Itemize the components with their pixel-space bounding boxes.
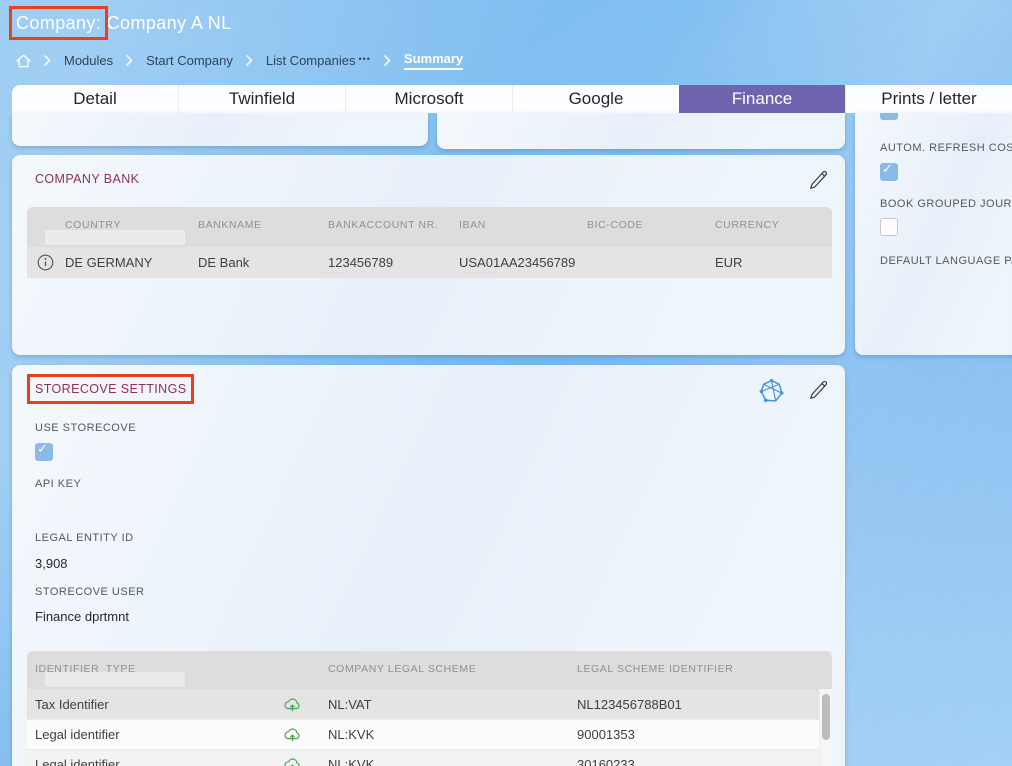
chevron-right-icon — [246, 55, 253, 66]
breadcrumb-item-summary-active[interactable]: Summary — [403, 51, 464, 70]
tab-finance-active[interactable]: Finance — [679, 85, 845, 113]
storecove-settings-panel: STORECOVE SETTINGS USE STORECOVE ✓ API K… — [12, 365, 845, 766]
cell-scheme: NL:KVK — [328, 757, 375, 766]
cloud-upload-icon[interactable] — [275, 726, 328, 743]
col-legal-scheme-identifier: LEGAL SCHEME IDENTIFIER — [577, 663, 734, 675]
cell-bankaccount: 123456789 — [328, 255, 394, 270]
finance-settings-panel: AUTOM. REFRESH COST ✓ BOOK GROUPED JOUR … — [855, 113, 1012, 355]
breadcrumb-item-start-company[interactable]: Start Company — [146, 53, 233, 68]
autom-refresh-cost-checkbox[interactable]: ✓ — [880, 162, 898, 181]
book-grouped-journal-label: BOOK GROUPED JOUR — [880, 198, 1012, 210]
col-iban: IBAN — [459, 219, 486, 231]
table-row[interactable]: Tax Identifier NL:VAT NL123456788B01 — [27, 689, 832, 719]
app-viewport: Company: Company A NL Modules Start Comp… — [0, 0, 1012, 766]
api-key-label: API KEY — [35, 478, 82, 490]
overflow-dots-icon[interactable]: ••• — [358, 54, 370, 64]
cell-scheme: NL:VAT — [328, 696, 372, 712]
cell-bankname: DE Bank — [198, 255, 250, 270]
cell-scheme-identifier: 90001353 — [577, 727, 635, 742]
tab-microsoft[interactable]: Microsoft — [345, 85, 512, 113]
use-storecove-label: USE STORECOVE — [35, 422, 137, 434]
cell-scheme: NL:KVK — [328, 727, 375, 742]
autom-refresh-cost-label: AUTOM. REFRESH COST — [880, 142, 1012, 154]
col-bankname: BANKNAME — [198, 219, 262, 231]
page-title-prefix: Company: — [8, 6, 109, 40]
info-icon[interactable] — [27, 254, 63, 271]
book-grouped-journal-checkbox[interactable]: ✓ — [880, 218, 898, 236]
storecove-settings-title: STORECOVE SETTINGS — [26, 374, 195, 404]
identifier-table-header: IDENTIFIER_TYPE COMPANY LEGAL SCHEME LEG… — [27, 651, 832, 689]
chevron-right-icon — [44, 55, 51, 66]
legal-entity-id-label: LEGAL ENTITY ID — [35, 532, 134, 544]
checkbox-partial[interactable] — [880, 113, 898, 120]
home-icon[interactable] — [16, 54, 31, 68]
table-scrollbar[interactable] — [819, 689, 832, 766]
cell-identifier-type: Legal identifier — [35, 727, 120, 742]
breadcrumb-item-label: List Companies — [265, 53, 356, 68]
breadcrumb-item-modules[interactable]: Modules — [64, 53, 113, 68]
legal-entity-id-value: 3,908 — [35, 556, 68, 571]
default-language-label: DEFAULT LANGUAGE PA — [880, 255, 1012, 267]
cell-identifier-type: Legal identifier — [35, 757, 120, 766]
company-bank-title: COMPANY BANK — [35, 172, 140, 186]
cell-scheme-identifier: NL123456788B01 — [577, 696, 682, 712]
cell-iban: USA01AA23456789 — [459, 255, 576, 270]
company-bank-table: COUNTRY BANKNAME BANKACCOUNT NR. IBAN BI… — [27, 207, 832, 278]
col-bankaccount-nr: BANKACCOUNT NR. — [328, 219, 439, 231]
scrolled-card-left — [12, 113, 428, 146]
page-title-company-name: Company A NL — [106, 13, 232, 33]
col-bic-code: BIC-CODE — [587, 219, 644, 231]
scrolled-card-middle — [437, 113, 845, 149]
cell-identifier-type: Tax Identifier — [35, 696, 109, 712]
table-row[interactable]: DE GERMANY DE Bank 123456789 USA01AA2345… — [27, 247, 832, 278]
edit-pencil-icon[interactable] — [807, 378, 829, 401]
cloud-upload-icon[interactable] — [275, 696, 328, 713]
storecove-network-icon[interactable] — [758, 378, 785, 405]
col-country: COUNTRY — [65, 219, 121, 231]
tab-google[interactable]: Google — [512, 85, 679, 113]
col-currency: CURRENCY — [715, 219, 780, 231]
table-row[interactable]: Legal identifier NL:KVK 30160233 — [27, 749, 832, 766]
col-company-legal-scheme: COMPANY LEGAL SCHEME — [328, 663, 477, 675]
cell-scheme-identifier: 30160233 — [577, 757, 635, 766]
breadcrumb-item-list-companies[interactable]: List Companies ••• — [266, 53, 371, 68]
header-spacer — [27, 207, 63, 219]
cell-currency: EUR — [715, 255, 743, 270]
cloud-upload-icon[interactable] — [275, 756, 328, 766]
use-storecove-checkbox[interactable]: ✓ — [35, 442, 53, 461]
chevron-right-icon — [126, 55, 133, 66]
table-row[interactable]: Legal identifier NL:KVK 90001353 — [27, 719, 832, 749]
identifier-table: IDENTIFIER_TYPE COMPANY LEGAL SCHEME LEG… — [27, 651, 832, 766]
tab-bar: Detail Twinfield Microsoft Google Financ… — [12, 85, 1012, 113]
country-filter-input[interactable] — [45, 230, 185, 245]
chevron-right-icon — [384, 55, 391, 66]
company-bank-table-header: COUNTRY BANKNAME BANKACCOUNT NR. IBAN BI… — [27, 207, 832, 247]
breadcrumb: Modules Start Company List Companies ••• … — [16, 51, 464, 70]
header-spacer — [275, 651, 328, 663]
storecove-user-label: STORECOVE USER — [35, 586, 145, 598]
scrollbar-thumb[interactable] — [822, 694, 830, 740]
cell-country: DE GERMANY — [65, 255, 153, 270]
company-bank-panel: COMPANY BANK COUNTRY BANKNAME BANKACCOUN… — [12, 155, 845, 355]
edit-pencil-icon[interactable] — [807, 168, 829, 191]
identifier-type-filter-input[interactable] — [45, 672, 185, 687]
tab-detail[interactable]: Detail — [12, 85, 178, 113]
tab-prints-letter[interactable]: Prints / letter — [845, 85, 1012, 113]
page-title: Company: Company A NL — [8, 6, 232, 40]
storecove-user-value: Finance dprtmnt — [35, 609, 129, 624]
tab-twinfield[interactable]: Twinfield — [178, 85, 345, 113]
